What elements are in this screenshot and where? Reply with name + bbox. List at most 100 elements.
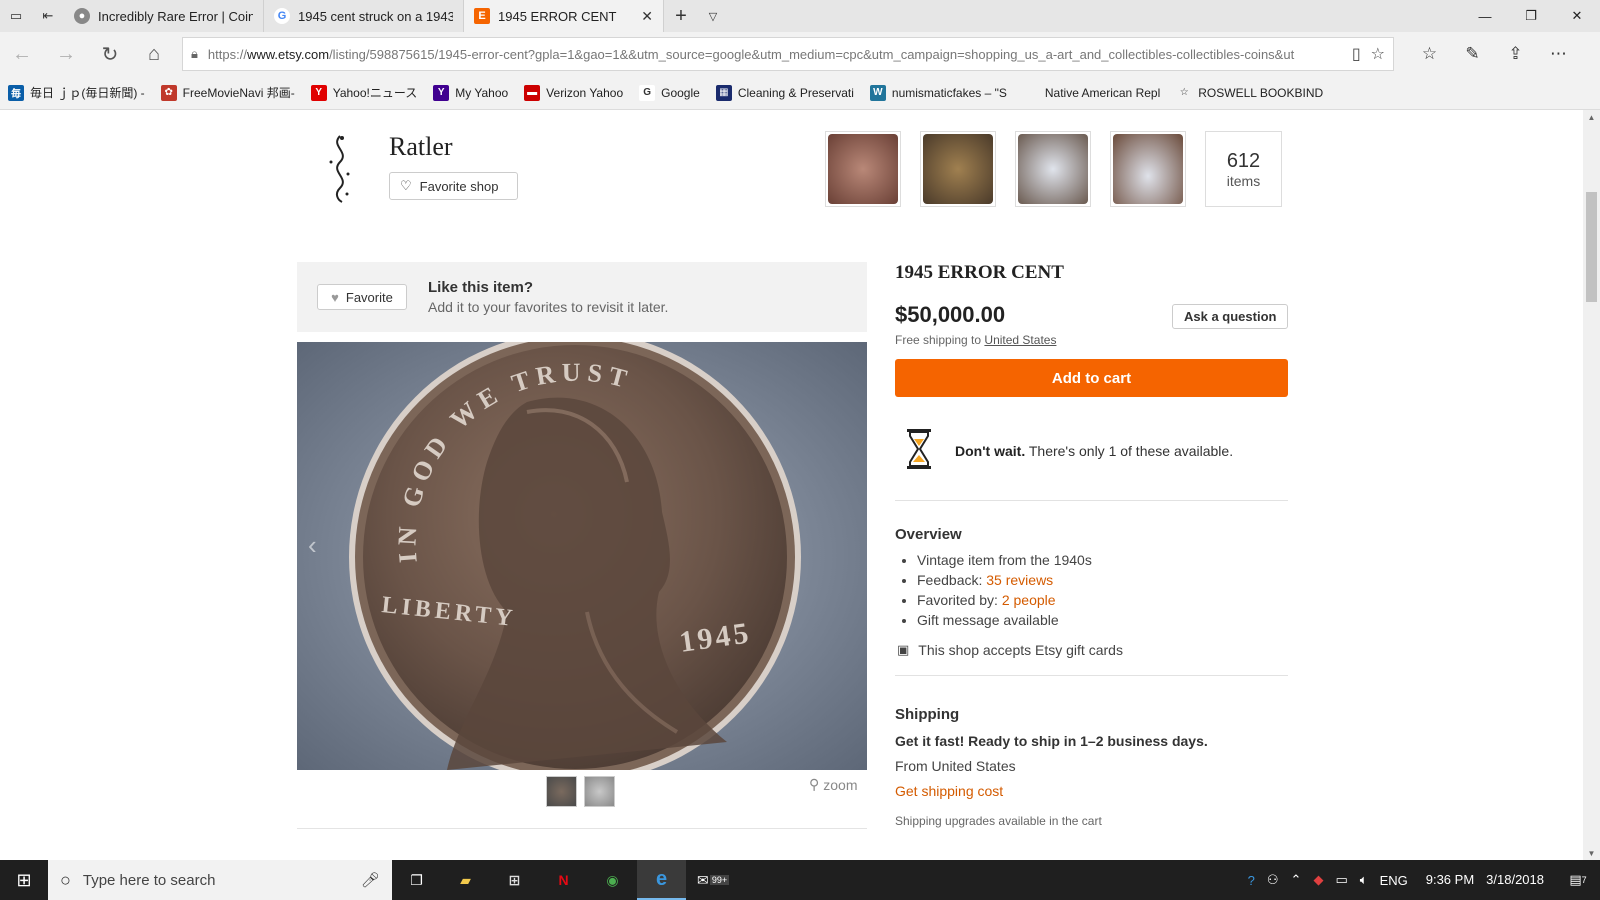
url-text[interactable]: https://www.etsy.com/listing/598875615/1… xyxy=(208,47,1342,62)
shop-item-count[interactable]: 612 items xyxy=(1205,131,1282,207)
shipping-cost-link[interactable]: Get shipping cost xyxy=(895,783,1003,799)
browser-tab-active[interactable]: E 1945 ERROR CENT ✕ xyxy=(464,0,664,32)
favorite-link[interactable]: Y My Yahoo xyxy=(433,84,508,101)
image-thumbnail[interactable] xyxy=(546,776,577,807)
shop-item-thumbnail[interactable] xyxy=(1110,131,1186,207)
netflix-icon[interactable]: N xyxy=(539,860,588,900)
google-icon: G xyxy=(639,84,656,101)
home-icon[interactable]: ⌂ xyxy=(132,32,176,76)
image-thumbnail[interactable] xyxy=(584,776,615,807)
favorite-link[interactable]: ✿ FreeMovieNavi 邦画- xyxy=(160,84,295,101)
clock[interactable]: 9:36 PM 3/18/2018 xyxy=(1414,872,1556,888)
browser-tab[interactable]: ● Incredibly Rare Error | Coin xyxy=(64,0,264,32)
favorite-link[interactable]: G Google xyxy=(639,84,700,101)
hourglass-icon xyxy=(907,429,931,469)
favorites-hub-icon[interactable]: ☆ xyxy=(1408,32,1451,76)
listing-main-image[interactable]: IN GOD WE TRUST LIBERTY 1945 xyxy=(297,342,867,770)
favorite-star-icon[interactable]: ☆ xyxy=(1371,44,1385,64)
windows-start-icon[interactable]: ⊞ xyxy=(0,860,48,900)
chrome-icon[interactable]: ◉ xyxy=(588,860,637,900)
volume-icon[interactable]: 🔈︎ xyxy=(1354,872,1374,888)
search-placeholder: Type here to search xyxy=(82,871,216,889)
shipping-country-link[interactable]: United States xyxy=(984,333,1056,347)
gift-card-icon: ▣ xyxy=(897,642,910,657)
close-tab-icon[interactable]: ✕ xyxy=(641,8,653,25)
language-indicator[interactable]: ENG xyxy=(1374,873,1414,888)
overview-item: Favorited by: 2 people xyxy=(917,590,1092,610)
page-scrollbar[interactable]: ▲ ▼ xyxy=(1583,110,1600,860)
favorite-link[interactable]: Wnumismaticfakes – "S xyxy=(869,84,1007,101)
mail-icon[interactable]: ✉ 99+ xyxy=(686,860,735,900)
overview-item: Vintage item from the 1940s xyxy=(917,550,1092,570)
favorite-item-button[interactable]: ♥ Favorite xyxy=(317,284,407,310)
scrollbar-thumb[interactable] xyxy=(1586,192,1597,302)
back-icon[interactable]: ← xyxy=(0,32,44,76)
scarcity-message: Don't wait. There's only 1 of these avai… xyxy=(955,443,1233,459)
add-to-cart-button[interactable]: Add to cart xyxy=(895,359,1288,397)
favorite-link[interactable]: ☆ ROSWELL BOOKBIND xyxy=(1176,84,1323,101)
web-note-icon[interactable]: ✎ xyxy=(1451,32,1494,76)
etsy-favicon-icon: E xyxy=(474,8,490,24)
close-window-icon[interactable]: ✕ xyxy=(1554,0,1600,32)
edge-icon[interactable]: e xyxy=(637,860,686,900)
store-icon[interactable]: ⊞ xyxy=(490,860,539,900)
task-view-icon[interactable]: ❐ xyxy=(392,860,441,900)
favorite-shop-button[interactable]: ♡ Favorite shop xyxy=(389,172,518,200)
shop-item-thumbnail[interactable] xyxy=(920,131,996,207)
people-icon[interactable]: ⚇ xyxy=(1261,872,1285,888)
shipping-title: Shipping xyxy=(895,706,960,723)
minimize-icon[interactable]: — xyxy=(1462,0,1508,32)
chevron-down-icon[interactable]: ▽ xyxy=(698,0,728,32)
item-count-number: 612 xyxy=(1226,149,1261,172)
refresh-icon[interactable]: ↻ xyxy=(88,32,132,76)
new-tab-icon[interactable]: + xyxy=(664,0,698,32)
more-icon[interactable]: ⋯ xyxy=(1537,32,1580,76)
browser-tab-bar: ▭ ⇤ ● Incredibly Rare Error | Coin G 194… xyxy=(0,0,1600,32)
shop-item-thumbnail[interactable] xyxy=(1015,131,1091,207)
listing-title: 1945 ERROR CENT xyxy=(895,262,1064,283)
network-icon[interactable]: ▭ xyxy=(1329,872,1353,888)
divider xyxy=(297,828,867,829)
scroll-up-icon[interactable]: ▲ xyxy=(1583,110,1600,124)
shop-name[interactable]: Ratler xyxy=(389,132,453,162)
star-icon: ☆ xyxy=(1176,84,1193,101)
favorited-by-link[interactable]: 2 people xyxy=(1002,592,1056,608)
etsy-listing-page: Ratler ♡ Favorite shop 612 items ♥ Favor… xyxy=(0,110,1600,860)
set-aside-tabs-icon[interactable]: ⇤ xyxy=(32,0,64,32)
file-explorer-icon[interactable]: ▰ xyxy=(441,860,490,900)
image-previous-icon[interactable]: ‹ xyxy=(308,530,317,561)
verizon-icon: ▬ xyxy=(524,84,541,101)
favorite-link[interactable]: ▬ Verizon Yahoo xyxy=(524,84,623,101)
zoom-label: zoom xyxy=(823,776,858,793)
share-icon[interactable]: ⇪ xyxy=(1494,32,1537,76)
favorite-label: Favorite xyxy=(345,289,393,305)
scroll-down-icon[interactable]: ▼ xyxy=(1583,846,1600,860)
favorite-link[interactable]: 毎毎日 ｊｐ(毎日新聞) - xyxy=(8,84,145,101)
gift-cards-note: ▣ This shop accepts Etsy gift cards xyxy=(897,642,1123,658)
tab-actions-icon[interactable]: ▭ xyxy=(0,0,32,32)
shop-logo-icon xyxy=(329,135,350,203)
favorite-link[interactable]: Y Yahoo!ニュース xyxy=(310,84,418,101)
zoom-button[interactable]: ⚲ zoom xyxy=(809,776,858,793)
address-bar[interactable]: 🔒︎ https://www.etsy.com/listing/59887561… xyxy=(182,37,1394,71)
reading-view-icon[interactable]: ▯ xyxy=(1352,44,1361,64)
tray-expand-icon[interactable]: ⌃ xyxy=(1285,872,1308,888)
ask-question-button[interactable]: Ask a question xyxy=(1172,304,1289,329)
favorite-link[interactable]: ▦ Cleaning & Preservati xyxy=(715,84,854,101)
help-icon[interactable]: ? xyxy=(1242,873,1261,888)
forward-icon[interactable]: → xyxy=(44,32,88,76)
google-favicon-icon: G xyxy=(274,8,290,24)
overview-list: Vintage item from the 1940s Feedback: 35… xyxy=(917,550,1092,630)
browser-tab[interactable]: G 1945 cent struck on a 1943 xyxy=(264,0,464,32)
shop-item-thumbnail[interactable] xyxy=(825,131,901,207)
restore-icon[interactable]: ❐ xyxy=(1508,0,1554,32)
microphone-icon[interactable]: 🎤︎ xyxy=(361,871,380,889)
taskbar-search[interactable]: ○ Type here to search 🎤︎ xyxy=(48,860,392,900)
favorite-label: Yahoo!ニュース xyxy=(332,86,418,100)
security-icon[interactable]: ◆ xyxy=(1307,872,1329,888)
favorite-link[interactable]: Native American Repl xyxy=(1022,84,1160,101)
reviews-link[interactable]: 35 reviews xyxy=(986,572,1053,588)
tab-title: 1945 ERROR CENT xyxy=(498,8,617,24)
overview-text: Gift message available xyxy=(917,612,1059,628)
action-center-icon[interactable]: ▤ 7 xyxy=(1556,860,1600,900)
